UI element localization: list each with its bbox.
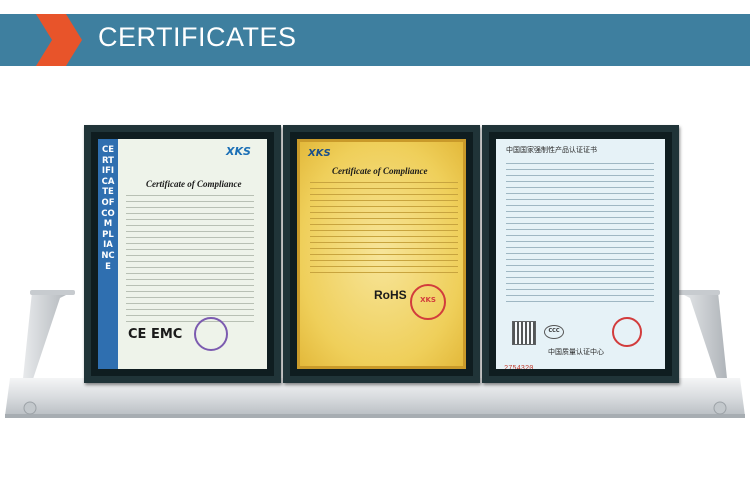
certificate-side-stripe: CERTIFICATE OF COMPLIANCE: [101, 145, 115, 272]
certificate-title: Certificate of Compliance: [332, 166, 428, 176]
stamp-seal-icon: [194, 317, 228, 351]
section-header-banner: CERTIFICATES: [0, 14, 750, 66]
ccc-certificate: 中国国家强制性产品认证证书 CCC 中国质量认证中心 2754320: [496, 139, 665, 369]
stamp-seal-icon: [612, 317, 642, 347]
certificate-title: Certificate of Compliance: [146, 179, 242, 189]
xks-logo: XKS: [308, 148, 331, 159]
certificate-frame-2: XKS Certificate of Compliance RoHS XKS: [283, 125, 480, 383]
stamp-seal-icon: XKS: [410, 284, 446, 320]
rohs-standard-label: RoHS: [374, 288, 407, 302]
certificate-title: 中国国家强制性产品认证证书: [506, 146, 597, 154]
rohs-certificate: XKS Certificate of Compliance RoHS XKS: [297, 139, 466, 369]
xks-logo: XKS: [226, 145, 251, 158]
ce-certificate: CERTIFICATE OF COMPLIANCE XKS Certificat…: [98, 139, 267, 369]
serial-number: 2754320: [504, 365, 534, 369]
certificate-frame-3: 中国国家强制性产品认证证书 CCC 中国质量认证中心 2754320: [482, 125, 679, 383]
certificate-frame-1: CERTIFICATE OF COMPLIANCE XKS Certificat…: [84, 125, 281, 383]
ce-emc-mark: CE EMC: [128, 327, 183, 342]
qr-code-icon: [512, 321, 536, 345]
section-title: CERTIFICATES: [98, 22, 297, 52]
ccc-mark: CCC: [544, 325, 564, 339]
seal-text: XKS: [420, 296, 436, 304]
issuing-body: 中国质量认证中心: [548, 348, 604, 356]
